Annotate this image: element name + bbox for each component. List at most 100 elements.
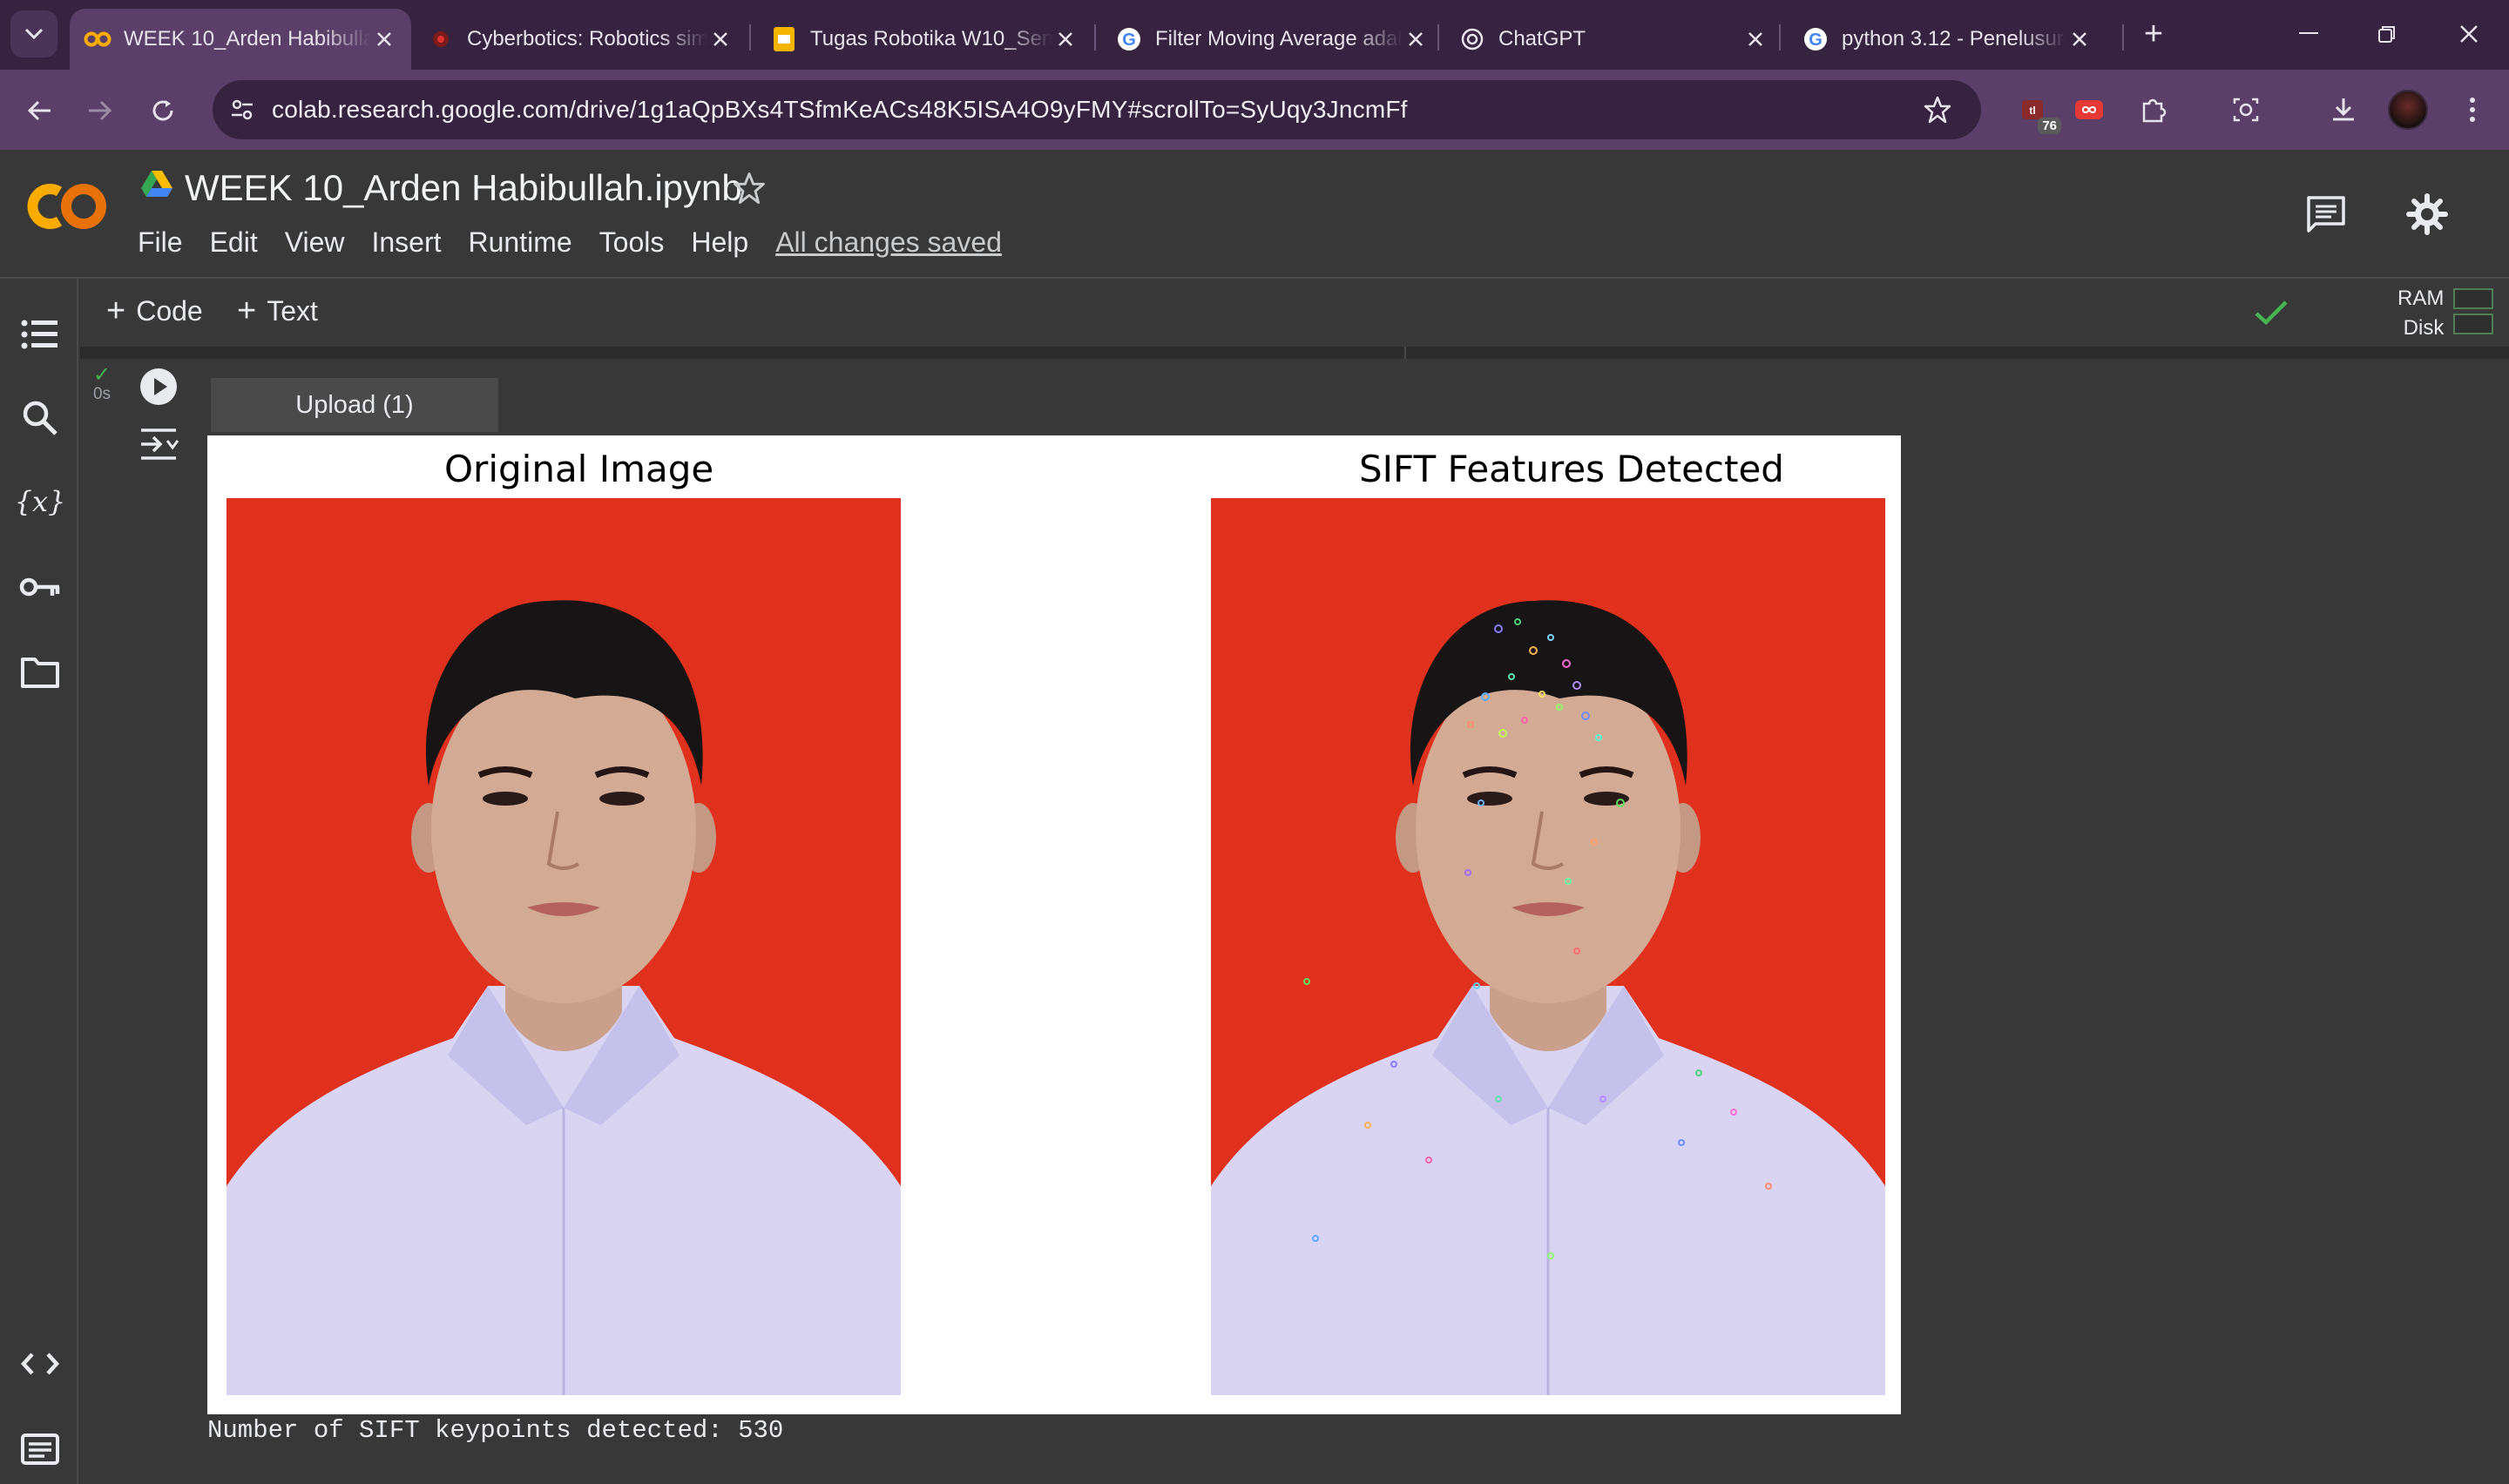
tab-colab[interactable]: WEEK 10_Arden Habibullah.ipynb - Colab	[70, 9, 411, 70]
notebook-title[interactable]: WEEK 10_Arden Habibullah.ipynb	[185, 167, 742, 209]
close-icon[interactable]	[1403, 26, 1429, 52]
comments-button[interactable]	[2300, 188, 2352, 240]
menu-help[interactable]: Help	[691, 226, 748, 259]
add-code-button[interactable]: + Code	[106, 294, 203, 327]
downloads-button[interactable]	[2321, 87, 2366, 132]
menu-tools[interactable]: Tools	[599, 226, 665, 259]
notebook-toolbar: + Code + Text RAM Disk	[80, 279, 2509, 347]
tab-title: Filter Moving Average adalah	[1155, 27, 1403, 51]
tab-tugas-robotika[interactable]: Tugas Robotika W10_Sensor	[756, 9, 1092, 70]
tab-cyberbotics[interactable]: Cyberbotics: Robotics simulation with We…	[413, 9, 747, 70]
close-icon[interactable]	[1052, 26, 1079, 52]
forward-button[interactable]	[78, 89, 122, 132]
tab-title: Tugas Robotika W10_Sensor	[810, 27, 1052, 51]
sift-features-image	[1211, 498, 1885, 1395]
chevron-down-icon	[24, 28, 44, 40]
tab-python-search[interactable]: G python 3.12 - Penelusuran Google	[1788, 9, 2107, 70]
close-icon[interactable]	[1742, 26, 1768, 52]
add-code-label: Code	[136, 294, 203, 327]
search-icon[interactable]	[16, 394, 64, 442]
save-status-link[interactable]: All changes saved	[775, 226, 1002, 259]
slides-icon	[770, 25, 798, 53]
tab-title: WEEK 10_Arden Habibullah.ipynb - Colab	[124, 27, 371, 51]
chatgpt-icon	[1458, 25, 1486, 53]
execution-status: ✓ 0s	[87, 363, 117, 404]
address-bar[interactable]: colab.research.google.com/drive/1g1aQpBX…	[213, 80, 1981, 139]
toolbar-underline	[80, 347, 2509, 359]
site-info-icon[interactable]	[225, 92, 260, 127]
menu-insert[interactable]: Insert	[371, 226, 441, 259]
infinity-icon	[2075, 100, 2103, 119]
table-of-contents-icon[interactable]	[16, 310, 64, 359]
plus-icon: +	[237, 293, 257, 329]
tab-filter-moving-average[interactable]: G Filter Moving Average adalah	[1101, 9, 1443, 70]
command-palette-icon[interactable]	[16, 1425, 64, 1474]
secrets-key-icon[interactable]	[16, 563, 64, 611]
colab-logo-icon	[27, 184, 106, 229]
screenshot-button[interactable]	[2223, 87, 2269, 132]
menu-runtime[interactable]: Runtime	[469, 226, 572, 259]
runtime-connected-check-icon	[2249, 291, 2293, 334]
tab-title: python 3.12 - Penelusuran Google	[1842, 27, 2066, 51]
output-actions-icon[interactable]	[136, 422, 181, 467]
tab-search-button[interactable]	[10, 10, 57, 57]
tab-separator	[1779, 24, 1781, 51]
close-icon[interactable]	[2066, 26, 2093, 52]
new-tab-label: +	[2143, 15, 2164, 52]
tab-separator	[749, 24, 751, 51]
tab-title: ChatGPT	[1498, 27, 1586, 51]
browser-toolbar: colab.research.google.com/drive/1g1aQpBX…	[0, 70, 2509, 150]
profile-button[interactable]	[2385, 87, 2431, 132]
restore-button[interactable]	[2363, 12, 2411, 56]
comment-icon	[2307, 196, 2345, 233]
menu-edit[interactable]: Edit	[210, 226, 258, 259]
browser-menu-button[interactable]	[2450, 87, 2495, 132]
close-window-button[interactable]	[2445, 12, 2493, 56]
left-sidebar: {x}	[0, 279, 78, 1484]
add-text-button[interactable]: + Text	[237, 294, 318, 327]
puzzle-icon	[2142, 98, 2167, 123]
tab-chatgpt[interactable]: ChatGPT	[1444, 9, 1782, 70]
star-notebook-icon[interactable]	[730, 169, 768, 207]
google-icon: G	[1802, 25, 1829, 53]
run-cell-button[interactable]	[138, 366, 179, 408]
reload-button[interactable]	[141, 89, 185, 132]
new-tab-button[interactable]: +	[2129, 12, 2178, 56]
arrow-left-icon	[27, 100, 51, 121]
bookmark-star-icon[interactable]	[1920, 92, 1955, 127]
right-subplot-title: SIFT Features Detected	[1359, 448, 1784, 490]
settings-button[interactable]	[2401, 188, 2453, 240]
play-icon	[140, 368, 177, 405]
colab-logo[interactable]	[24, 181, 110, 236]
variables-icon[interactable]: {x}	[16, 477, 64, 526]
upload-widget-button[interactable]: Upload (1)	[211, 378, 498, 432]
download-icon	[2333, 98, 2354, 121]
close-icon[interactable]	[371, 26, 397, 52]
close-icon	[2460, 25, 2478, 43]
disk-label: Disk	[2403, 316, 2445, 340]
resource-monitor[interactable]: RAM Disk	[2397, 284, 2444, 343]
extension-badge-button[interactable]: tl 76	[2011, 87, 2061, 134]
google-drive-icon[interactable]	[139, 169, 174, 205]
extension-infinity-button[interactable]	[2066, 87, 2112, 132]
code-snippets-icon[interactable]	[16, 1339, 64, 1388]
svg-text:G: G	[1122, 30, 1136, 50]
cell-stdout: Number of SIFT keypoints detected: 530	[207, 1416, 784, 1445]
svg-text:{x}: {x}	[17, 485, 63, 518]
check-icon: ✓	[92, 363, 112, 387]
matplotlib-figure: Original Image SIFT Features Detected	[207, 435, 1901, 1414]
menu-view[interactable]: View	[285, 226, 345, 259]
close-icon[interactable]	[707, 26, 734, 52]
menu-file[interactable]: File	[138, 226, 183, 259]
extensions-button[interactable]	[2131, 87, 2176, 132]
minimize-button[interactable]	[2284, 12, 2333, 56]
resource-bars	[2453, 284, 2493, 339]
back-button[interactable]	[17, 89, 61, 132]
files-folder-icon[interactable]	[16, 648, 64, 697]
webots-icon	[427, 25, 455, 53]
toolbar-divider	[1404, 347, 1406, 359]
minimize-icon	[2299, 32, 2318, 34]
original-image	[227, 498, 901, 1395]
reload-icon	[152, 100, 173, 121]
left-subplot-title: Original Image	[444, 448, 714, 490]
